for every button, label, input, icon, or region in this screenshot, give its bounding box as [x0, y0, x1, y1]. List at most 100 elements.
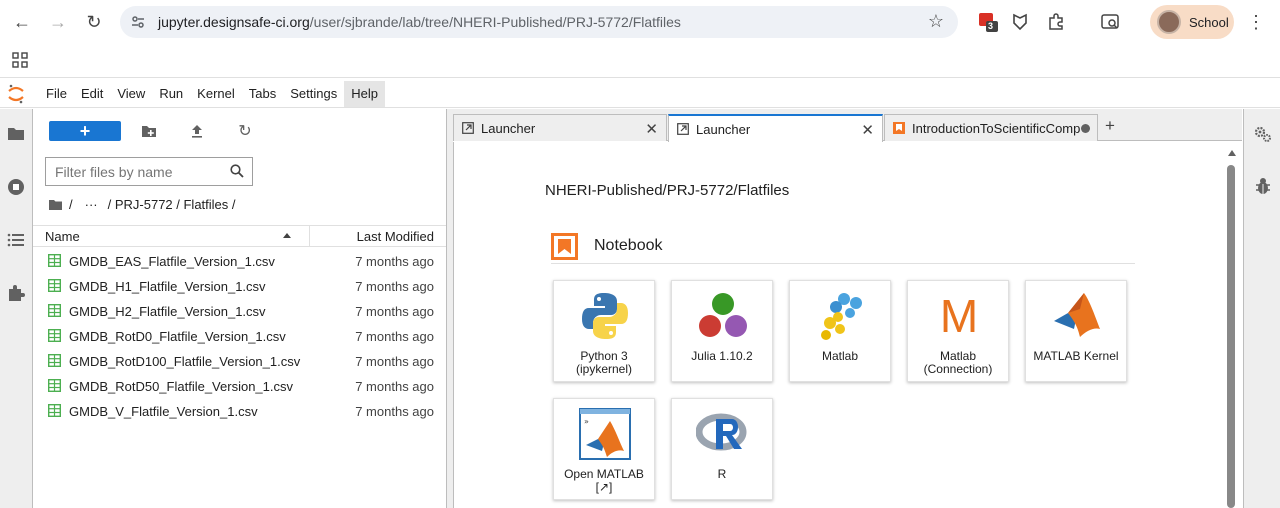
card-label-line1: R	[717, 467, 727, 481]
notebook-section-header: Notebook	[551, 228, 1135, 264]
left-sidebar-tabs	[0, 109, 33, 508]
launcher-card-matlab[interactable]: Matlab	[789, 280, 891, 382]
search-tab-icon[interactable]	[1098, 10, 1122, 34]
address-bar[interactable]: jupyter.designsafe-ci.org/user/sjbrande/…	[120, 6, 958, 38]
card-label: Open MATLAB [↗]	[554, 468, 654, 494]
launcher-icon	[677, 123, 689, 135]
extension-calendar-icon[interactable]: 3	[976, 10, 1000, 34]
folder-icon[interactable]	[4, 121, 28, 145]
filter-files-input[interactable]	[55, 163, 225, 180]
new-launcher-button[interactable]: +	[49, 121, 121, 141]
menu-run[interactable]: Run	[152, 81, 190, 107]
menu-help[interactable]: Help	[344, 80, 385, 107]
file-modified: 7 months ago	[355, 279, 434, 294]
upload-icon[interactable]	[185, 121, 209, 141]
file-modified: 7 months ago	[355, 329, 434, 344]
matlab-puzzle-icon	[821, 293, 862, 340]
file-row[interactable]: GMDB_H2_Flatfile_Version_1.csv 7 months …	[33, 299, 446, 324]
forward-icon[interactable]: →	[40, 4, 76, 40]
menubar: File Edit View Run Kernel Tabs Settings …	[0, 80, 1280, 108]
tab-launcher-2[interactable]: Launcher ✕	[668, 114, 883, 142]
menu-settings[interactable]: Settings	[283, 81, 344, 107]
launcher-icon	[462, 122, 474, 134]
launcher-card-matlab-kernel[interactable]: MATLAB Kernel	[1025, 280, 1127, 382]
filter-files-field[interactable]	[45, 157, 253, 186]
bookmark-star-icon[interactable]: ☆	[928, 11, 944, 32]
extensions-puzzle-icon[interactable]	[1044, 10, 1068, 34]
file-modified: 7 months ago	[355, 379, 434, 394]
menu-edit[interactable]: Edit	[74, 81, 110, 107]
launcher-card-python3[interactable]: Python 3 (ipykernel)	[553, 280, 655, 382]
file-row[interactable]: GMDB_EAS_Flatfile_Version_1.csv 7 months…	[33, 249, 446, 274]
julia-logo-icon	[699, 293, 747, 337]
file-name: GMDB_H2_Flatfile_Version_1.csv	[69, 304, 266, 319]
extension-manager-icon[interactable]	[4, 281, 28, 305]
menu-tabs[interactable]: Tabs	[242, 81, 283, 107]
close-icon[interactable]: ✕	[645, 120, 658, 138]
tab-launcher-1[interactable]: Launcher ✕	[453, 114, 667, 141]
breadcrumb-root[interactable]: /	[69, 197, 73, 212]
launcher-card-open-matlab[interactable]: » Open MATLAB [↗]	[553, 398, 655, 500]
menu-kernel[interactable]: Kernel	[190, 81, 242, 107]
refresh-icon[interactable]: ↻	[233, 121, 257, 141]
apps-grid-icon[interactable]	[12, 52, 28, 68]
home-folder-icon[interactable]	[48, 199, 63, 211]
reload-icon[interactable]: ↻	[76, 4, 112, 40]
file-name: GMDB_V_Flatfile_Version_1.csv	[69, 404, 258, 419]
matlab-membrane-icon	[1054, 293, 1100, 337]
file-name: GMDB_EAS_Flatfile_Version_1.csv	[69, 254, 275, 269]
file-name: GMDB_RotD50_Flatfile_Version_1.csv	[69, 379, 293, 394]
r-logo-icon	[696, 413, 747, 451]
debugger-bug-icon[interactable]	[1255, 177, 1271, 195]
unsaved-dot-icon[interactable]	[1081, 124, 1090, 133]
browser-menu-icon[interactable]: ⋮	[1238, 4, 1274, 40]
launcher-card-julia[interactable]: Julia 1.10.2	[671, 280, 773, 382]
file-row[interactable]: GMDB_H1_Flatfile_Version_1.csv 7 months …	[33, 274, 446, 299]
new-folder-icon[interactable]	[137, 121, 161, 141]
site-info-icon[interactable]	[130, 14, 146, 30]
card-label-line1: Python 3	[580, 349, 628, 363]
matlab-window-icon: »	[579, 408, 631, 460]
menu-view[interactable]: View	[110, 81, 152, 107]
browser-toolbar: ← → ↻ jupyter.designsafe-ci.org/user/sjb…	[0, 0, 1280, 44]
name-column-header[interactable]: Name	[45, 229, 80, 244]
menu-file[interactable]: File	[39, 81, 74, 107]
profile-button[interactable]: School	[1150, 5, 1234, 39]
dock-tab-bar: Launcher ✕ Launcher ✕ IntroductionToScie…	[453, 109, 1242, 142]
property-inspector-gears-icon[interactable]	[1254, 125, 1272, 143]
file-row[interactable]: GMDB_RotD0_Flatfile_Version_1.csv 7 mont…	[33, 324, 446, 349]
breadcrumb-path[interactable]: / PRJ-5772 / Flatfiles /	[108, 197, 236, 212]
sort-ascending-icon	[283, 233, 291, 238]
card-label-line1: Matlab	[821, 349, 859, 363]
file-row[interactable]: GMDB_V_Flatfile_Version_1.csv 7 months a…	[33, 399, 446, 424]
card-label: Matlab (Connection)	[908, 350, 1008, 376]
launcher-card-r[interactable]: R	[671, 398, 773, 500]
running-icon[interactable]	[4, 175, 28, 199]
shield-extension-icon[interactable]	[1008, 10, 1032, 34]
breadcrumb-ellipsis[interactable]: ···	[85, 197, 98, 212]
modified-column-header[interactable]: Last Modified	[357, 229, 434, 244]
scroll-up-arrow-icon[interactable]	[1228, 150, 1236, 156]
file-row[interactable]: GMDB_RotD100_Flatfile_Version_1.csv 7 mo…	[33, 349, 446, 374]
section-label: Notebook	[594, 236, 663, 254]
file-row[interactable]: GMDB_RotD50_Flatfile_Version_1.csv 7 mon…	[33, 374, 446, 399]
url-host: jupyter.designsafe-ci.org	[158, 14, 310, 30]
matlab-m-icon: M	[939, 290, 979, 342]
table-of-contents-icon[interactable]	[4, 228, 28, 252]
column-divider[interactable]	[309, 226, 310, 247]
add-tab-button[interactable]: +	[1099, 115, 1121, 137]
card-label: R	[672, 468, 772, 481]
launcher-card-matlab-connection[interactable]: M Matlab (Connection)	[907, 280, 1009, 382]
back-icon[interactable]: ←	[4, 4, 40, 40]
profile-name: School	[1189, 14, 1229, 30]
bookmarks-bar	[0, 44, 1280, 78]
tab-label: Launcher	[696, 121, 751, 137]
csv-file-icon	[48, 254, 61, 267]
file-modified: 7 months ago	[355, 354, 434, 369]
search-icon	[230, 164, 244, 178]
card-label-line2: (Connection)	[923, 362, 993, 376]
tab-notebook[interactable]: IntroductionToScientificComp	[884, 114, 1098, 141]
file-browser: + ↻ / ··· / PRJ-5772 / Flatfiles / Name …	[33, 109, 447, 508]
close-icon[interactable]: ✕	[861, 121, 874, 139]
scrollbar-thumb[interactable]	[1227, 165, 1235, 508]
